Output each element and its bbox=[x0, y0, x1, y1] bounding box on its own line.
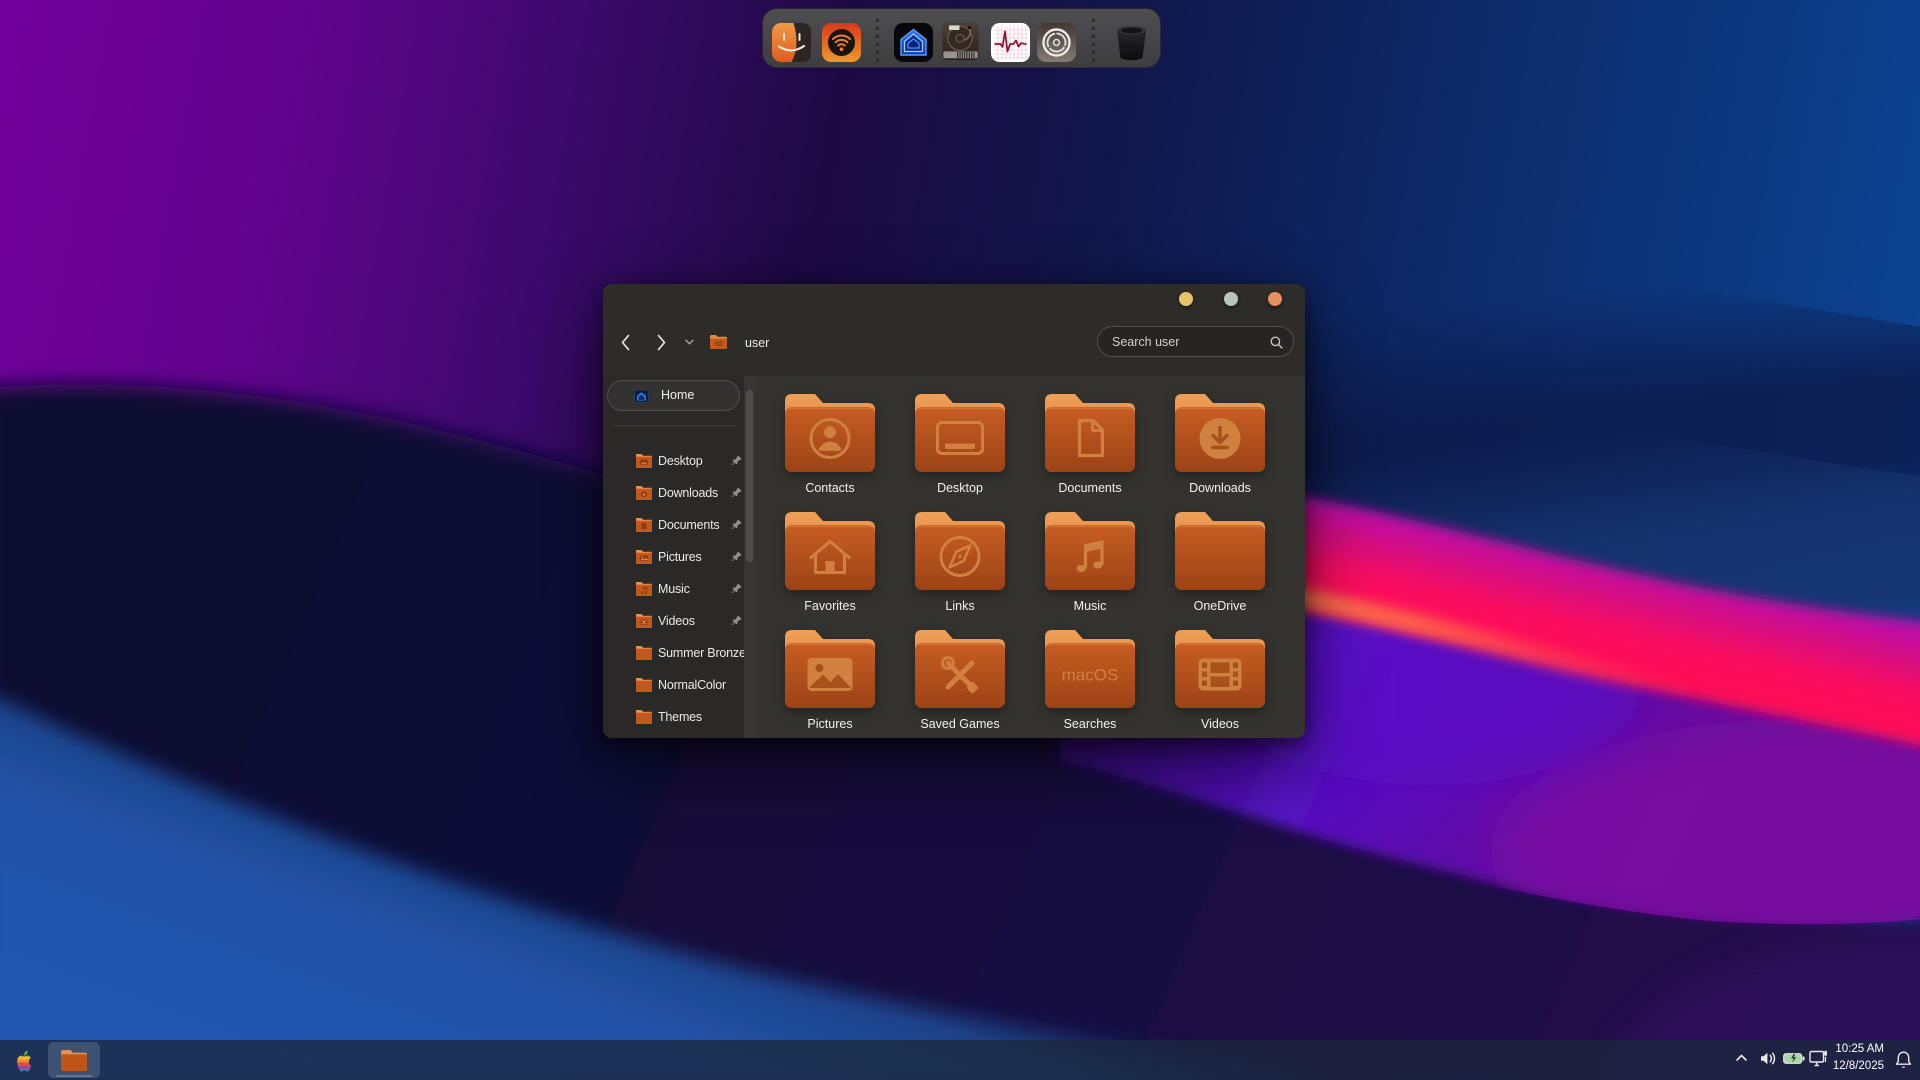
svg-text:macOS: macOS bbox=[1062, 666, 1119, 685]
